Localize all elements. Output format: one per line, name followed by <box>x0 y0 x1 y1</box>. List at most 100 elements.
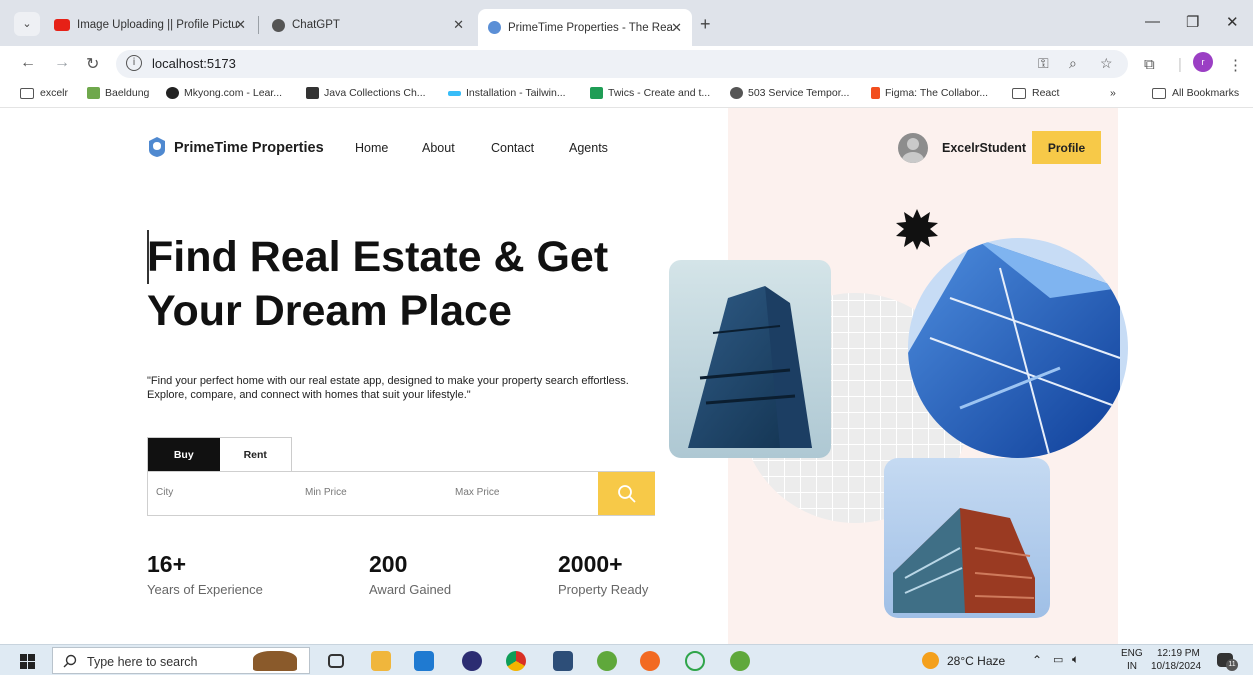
tray-chevron-icon[interactable]: ⌃ <box>1032 653 1042 667</box>
stat-property-label: Property Ready <box>558 582 649 597</box>
bookmarks-overflow-button[interactable]: » <box>1110 87 1116 99</box>
youtube-icon <box>54 19 70 31</box>
stat-experience-label: Years of Experience <box>147 582 263 597</box>
task-view-icon[interactable] <box>328 654 344 668</box>
restore-icon[interactable]: ❐ <box>1186 13 1199 31</box>
nav-agents-link[interactable]: Agents <box>569 141 608 155</box>
brand-name[interactable]: PrimeTime Properties <box>174 140 324 156</box>
reload-icon[interactable]: ↻ <box>86 54 99 74</box>
new-tab-button[interactable]: + <box>700 14 711 35</box>
bookmark-label: Installation - Tailwin... <box>466 87 566 99</box>
address-bar[interactable]: i localhost:5173 ⚿ ⌕ ☆ <box>116 50 1128 78</box>
tab-close-icon[interactable]: ✕ <box>453 17 464 33</box>
clock-date[interactable]: 10/18/2024 <box>1151 661 1201 672</box>
nav-home-link[interactable]: Home <box>355 141 388 155</box>
eclipse-icon[interactable] <box>462 651 482 671</box>
all-bookmarks-label: All Bookmarks <box>1172 87 1240 99</box>
stat-awards-value: 200 <box>369 551 408 577</box>
property-search-bar: City Min Price Max Price <box>147 471 655 516</box>
bookmark-mkyong[interactable]: Mkyong.com - Lear... <box>166 87 282 99</box>
file-explorer-icon[interactable] <box>371 651 391 671</box>
rent-tab[interactable]: Rent <box>219 438 291 472</box>
all-bookmarks-button[interactable]: All Bookmarks <box>1152 87 1239 99</box>
tab-chatgpt[interactable]: ChatGPT ✕ <box>262 9 474 41</box>
starburst-icon <box>896 209 938 250</box>
stat-experience-value: 16+ <box>147 551 187 577</box>
tab-close-icon[interactable]: ✕ <box>235 17 246 33</box>
bookmark-java-collections[interactable]: Java Collections Ch... <box>306 87 426 99</box>
back-icon[interactable]: ← <box>20 54 36 72</box>
headline-line-1: Find Real Estate & Get <box>147 233 609 281</box>
tab-primetime[interactable]: PrimeTime Properties - The Rea ✕ <box>478 9 692 46</box>
spring-tool-icon[interactable] <box>597 651 617 671</box>
zoom-icon[interactable]: ⌕ <box>1069 55 1077 72</box>
brand-logo-icon[interactable] <box>148 136 166 158</box>
vscode-icon[interactable] <box>414 651 434 671</box>
clock-time[interactable]: 12:19 PM <box>1157 648 1200 659</box>
bookmark-react[interactable]: React <box>1012 87 1059 99</box>
address-toolbar: ← → ↻ i localhost:5173 ⚿ ⌕ ☆ ⧉ | ⋮ <box>0 46 1253 82</box>
hero-headline: Find Real Estate & Get Your Dream Place <box>147 230 667 338</box>
username-label: ExcelrStudent <box>942 141 1027 155</box>
taskbar-search-placeholder: Type here to search <box>87 655 198 669</box>
primetime-favicon-icon <box>488 21 501 34</box>
notification-count: 11 <box>1226 659 1238 671</box>
bookmark-label: excelr <box>40 87 69 99</box>
buy-rent-toggle: Buy Rent <box>147 437 292 472</box>
java-icon <box>306 87 319 99</box>
postman-icon[interactable] <box>640 651 660 671</box>
language-top[interactable]: ENG <box>1121 648 1143 659</box>
bookmark-tailwind[interactable]: Installation - Tailwin... <box>448 87 566 99</box>
browser-profile-avatar[interactable]: r <box>1193 52 1213 72</box>
extensions-icon[interactable]: ⧉ <box>1144 56 1155 73</box>
bookmark-star-icon[interactable]: ☆ <box>1100 55 1113 72</box>
bookmark-label: Java Collections Ch... <box>324 87 426 99</box>
site-info-icon[interactable]: i <box>126 55 142 71</box>
bookmark-503[interactable]: 503 Service Tempor... <box>730 87 849 99</box>
spring-tool-icon-2[interactable] <box>730 651 750 671</box>
profile-button[interactable]: Profile <box>1032 131 1101 164</box>
mkyong-icon <box>166 87 179 99</box>
windows-taskbar: Type here to search 28°C Haze ⌃ ▭ 🔈︎ ENG… <box>0 644 1253 675</box>
battery-icon[interactable]: ▭ <box>1053 653 1063 666</box>
bookmark-baeldung[interactable]: Baeldung <box>87 87 149 99</box>
app-store-icon[interactable] <box>553 651 573 671</box>
close-window-icon[interactable]: ✕ <box>1226 13 1239 31</box>
tab-close-icon[interactable]: ✕ <box>671 20 682 36</box>
tab-label: Image Uploading || Profile Pictu <box>77 19 237 31</box>
max-price-input[interactable]: Max Price <box>455 487 499 498</box>
chatgpt-icon <box>272 18 285 32</box>
volume-icon[interactable]: 🔈︎ <box>1072 652 1079 667</box>
chrome-icon[interactable] <box>506 651 526 671</box>
nav-about-link[interactable]: About <box>422 141 455 155</box>
weather-text[interactable]: 28°C Haze <box>947 654 1005 668</box>
bookmark-excelr[interactable]: excelr <box>20 87 68 99</box>
forward-icon[interactable]: → <box>54 54 70 72</box>
password-key-icon[interactable]: ⚿ <box>1038 55 1049 72</box>
weather-icon[interactable] <box>922 652 939 669</box>
tab-label: PrimeTime Properties - The Rea <box>508 21 673 34</box>
tab-label: ChatGPT <box>292 19 340 31</box>
url-text[interactable]: localhost:5173 <box>152 56 236 71</box>
city-input[interactable]: City <box>156 487 173 498</box>
search-button[interactable] <box>598 472 655 515</box>
bookmark-figma[interactable]: Figma: The Collabor... <box>871 87 988 99</box>
windows-start-icon[interactable] <box>20 654 35 669</box>
tab-image-uploading[interactable]: Image Uploading || Profile Pictu ✕ <box>44 9 256 41</box>
buy-tab[interactable]: Buy <box>148 438 220 472</box>
minimize-icon[interactable]: — <box>1145 13 1160 30</box>
bookmark-twics[interactable]: Twics - Create and t... <box>590 87 710 99</box>
menu-kebab-icon[interactable]: ⋮ <box>1228 56 1243 74</box>
min-price-input[interactable]: Min Price <box>305 487 347 498</box>
bookmark-label: Mkyong.com - Lear... <box>184 87 283 99</box>
headline-line-2: Your Dream Place <box>147 287 512 335</box>
whatsapp-icon[interactable] <box>685 651 705 671</box>
page-viewport: PrimeTime Properties Home About Contact … <box>0 108 1253 644</box>
language-bottom[interactable]: IN <box>1127 661 1137 672</box>
tab-search-button[interactable]: ⌄ <box>14 12 40 36</box>
user-avatar[interactable] <box>898 133 928 163</box>
nav-contact-link[interactable]: Contact <box>491 141 534 155</box>
hero-tagline: "Find your perfect home with our real es… <box>147 375 629 401</box>
taskbar-search-box[interactable]: Type here to search <box>52 647 310 674</box>
bookmark-label: Baeldung <box>105 87 150 99</box>
